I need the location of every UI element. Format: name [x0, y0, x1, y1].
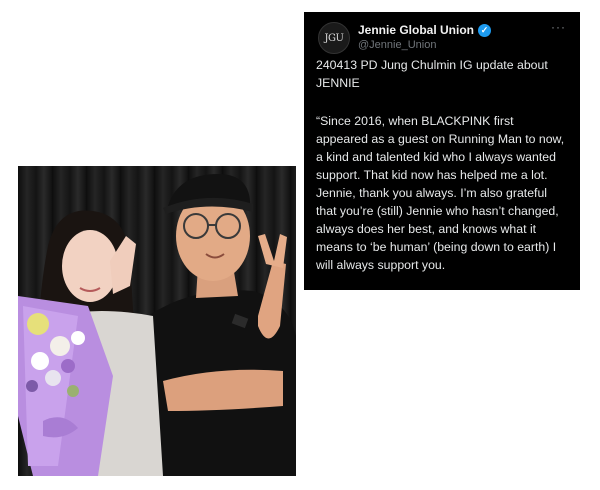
tweet-body-line: “Since 2016, when BLACKPINK first: [316, 114, 514, 128]
tweet-body-line: Jennie, thank you always. I’m also grate…: [316, 186, 548, 200]
tweet-body-line: will always support you.: [316, 258, 446, 272]
display-name[interactable]: Jennie Global Union ✓: [358, 23, 492, 37]
tweet-card[interactable]: JGU Jennie Global Union ✓ @Jennie_Union …: [304, 12, 580, 290]
tweet-text: 240413 PD Jung Chulmin IG update about J…: [314, 56, 570, 274]
account-names: Jennie Global Union ✓ @Jennie_Union: [358, 23, 492, 51]
tweet-body-line: always does her best, and knows what it: [316, 222, 537, 236]
tweet-body-line: that you’re (still) Jennie who hasn’t ch…: [316, 204, 559, 218]
account-handle[interactable]: @Jennie_Union: [358, 39, 491, 51]
tweet-body-line: a kind and talented kid who I always wan…: [316, 150, 556, 164]
tweet-body-line: means to ‘be human’ (being down to earth…: [316, 240, 557, 254]
photo: [18, 166, 296, 476]
tweet-header: JGU Jennie Global Union ✓ @Jennie_Union …: [314, 20, 570, 56]
avatar-text: JGU: [324, 32, 344, 44]
account-avatar[interactable]: JGU: [318, 22, 350, 54]
peace-sign: [258, 234, 287, 268]
photo-illustration: [18, 174, 296, 476]
more-options-icon[interactable]: ···: [551, 20, 566, 34]
flower-yellow: [27, 313, 49, 335]
tweet-body-line: support. That kid now has helped me a lo…: [316, 168, 548, 182]
tweet-title-line: 240413 PD Jung Chulmin IG update about: [316, 58, 548, 72]
display-name-text: Jennie Global Union: [358, 23, 475, 37]
verified-badge-icon: ✓: [478, 23, 492, 37]
tweet-body-line: appeared as a guest on Running Man to no…: [316, 132, 565, 146]
tweet-title-line: JENNIE: [316, 76, 360, 90]
